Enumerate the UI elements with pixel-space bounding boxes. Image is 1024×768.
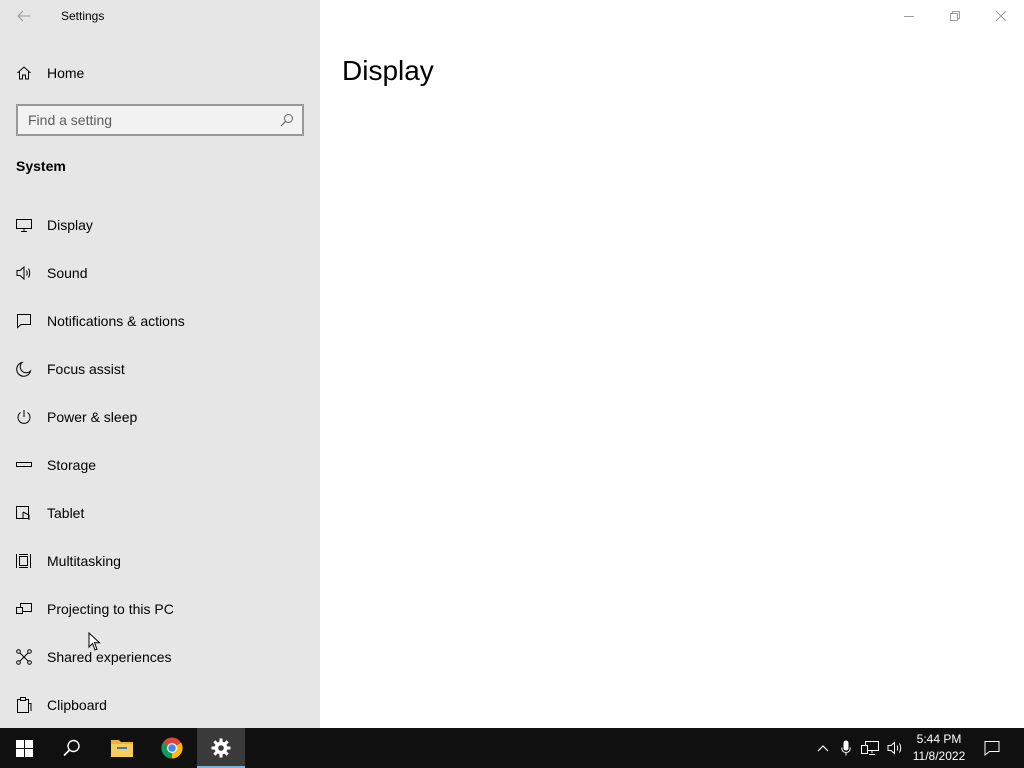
volume-tray-button[interactable] [884, 728, 906, 768]
windows-start-icon [15, 739, 33, 757]
network-icon [861, 741, 879, 755]
sidebar-item-label: Power & sleep [47, 409, 138, 425]
search-input[interactable] [18, 106, 268, 134]
clock-time: 5:44 PM [916, 732, 962, 746]
close-button[interactable] [978, 0, 1024, 32]
clipboard-icon [17, 697, 32, 713]
chevron-up-icon [817, 745, 829, 752]
nav-list: Display Sound Notifications & actions Fo… [0, 201, 320, 728]
chrome-button[interactable] [148, 728, 196, 768]
back-button[interactable] [8, 2, 40, 30]
monitor-icon [16, 219, 32, 232]
settings-window: Settings Home System Display [0, 0, 1024, 728]
section-title: System [16, 158, 66, 174]
sidebar-item-notifications[interactable]: Notifications & actions [0, 297, 320, 345]
file-explorer-button[interactable] [98, 728, 146, 768]
restore-button[interactable] [932, 0, 978, 32]
sidebar-item-label: Shared experiences [47, 649, 172, 665]
action-center-icon [984, 741, 1000, 756]
search-icon [63, 739, 80, 757]
mouse-cursor-icon [88, 632, 101, 651]
sidebar-item-display[interactable]: Display [0, 201, 320, 249]
search-box [16, 104, 304, 136]
settings-taskbar-button[interactable] [197, 728, 245, 768]
sidebar-item-label: Storage [47, 457, 97, 473]
start-button[interactable] [0, 728, 48, 768]
microphone-tray-button[interactable] [836, 728, 856, 768]
sidebar-item-label: Notifications & actions [47, 313, 185, 329]
sidebar-item-sound[interactable]: Sound [0, 249, 320, 297]
taskbar: 5:44 PM 11/8/2022 [0, 728, 1024, 768]
sidebar-item-projecting[interactable]: Projecting to this PC [0, 585, 320, 633]
search-icon[interactable] [280, 113, 294, 127]
sidebar-item-tablet[interactable]: Tablet [0, 489, 320, 537]
sidebar-item-label: Focus assist [47, 361, 125, 377]
back-arrow-icon [17, 10, 30, 22]
home-icon [17, 66, 31, 80]
sidebar-item-storage[interactable]: Storage [0, 441, 320, 489]
sidebar-item-label: Clipboard [47, 697, 107, 713]
tablet-icon [16, 506, 30, 520]
sidebar: Settings Home System Display [0, 0, 320, 728]
sidebar-item-shared-experiences[interactable]: Shared experiences [0, 633, 320, 681]
sidebar-item-power-sleep[interactable]: Power & sleep [0, 393, 320, 441]
sidebar-item-label: Display [47, 217, 93, 233]
shared-experiences-icon [16, 649, 32, 665]
network-tray-button[interactable] [858, 728, 882, 768]
chrome-icon [161, 737, 183, 759]
sidebar-item-home[interactable]: Home [0, 56, 320, 90]
volume-icon [887, 741, 902, 755]
sidebar-item-label: Multitasking [47, 553, 121, 569]
storage-icon [16, 462, 32, 467]
minimize-icon [904, 16, 914, 17]
taskbar-search-button[interactable] [48, 728, 96, 768]
settings-icon [211, 738, 231, 758]
page-title: Display [342, 55, 434, 86]
app-title: Settings [61, 9, 105, 23]
show-hidden-icons-button[interactable] [812, 728, 834, 768]
speaker-icon [16, 265, 31, 281]
multitasking-icon [16, 554, 31, 568]
restore-icon [950, 11, 960, 21]
minimize-button[interactable] [886, 0, 932, 32]
clock-date: 11/8/2022 [912, 749, 966, 763]
sidebar-item-label: Sound [47, 265, 88, 281]
sidebar-item-label: Tablet [47, 505, 85, 521]
action-center-button[interactable] [978, 728, 1006, 768]
sidebar-item-multitasking[interactable]: Multitasking [0, 537, 320, 585]
taskbar-clock[interactable]: 5:44 PM 11/8/2022 [906, 731, 972, 765]
microphone-icon [841, 740, 851, 756]
sidebar-item-label: Projecting to this PC [47, 601, 174, 617]
file-explorer-icon [111, 740, 133, 757]
notification-icon [17, 314, 31, 329]
sidebar-item-label: Home [47, 65, 85, 81]
window-controls [886, 0, 1024, 32]
projecting-icon [16, 603, 32, 614]
moon-icon [16, 361, 32, 377]
close-icon [996, 11, 1006, 21]
sidebar-item-focus-assist[interactable]: Focus assist [0, 345, 320, 393]
power-icon [17, 410, 31, 424]
main-content: Display [320, 0, 1024, 728]
title-bar: Settings [0, 0, 320, 32]
sidebar-item-clipboard[interactable]: Clipboard [0, 681, 320, 728]
